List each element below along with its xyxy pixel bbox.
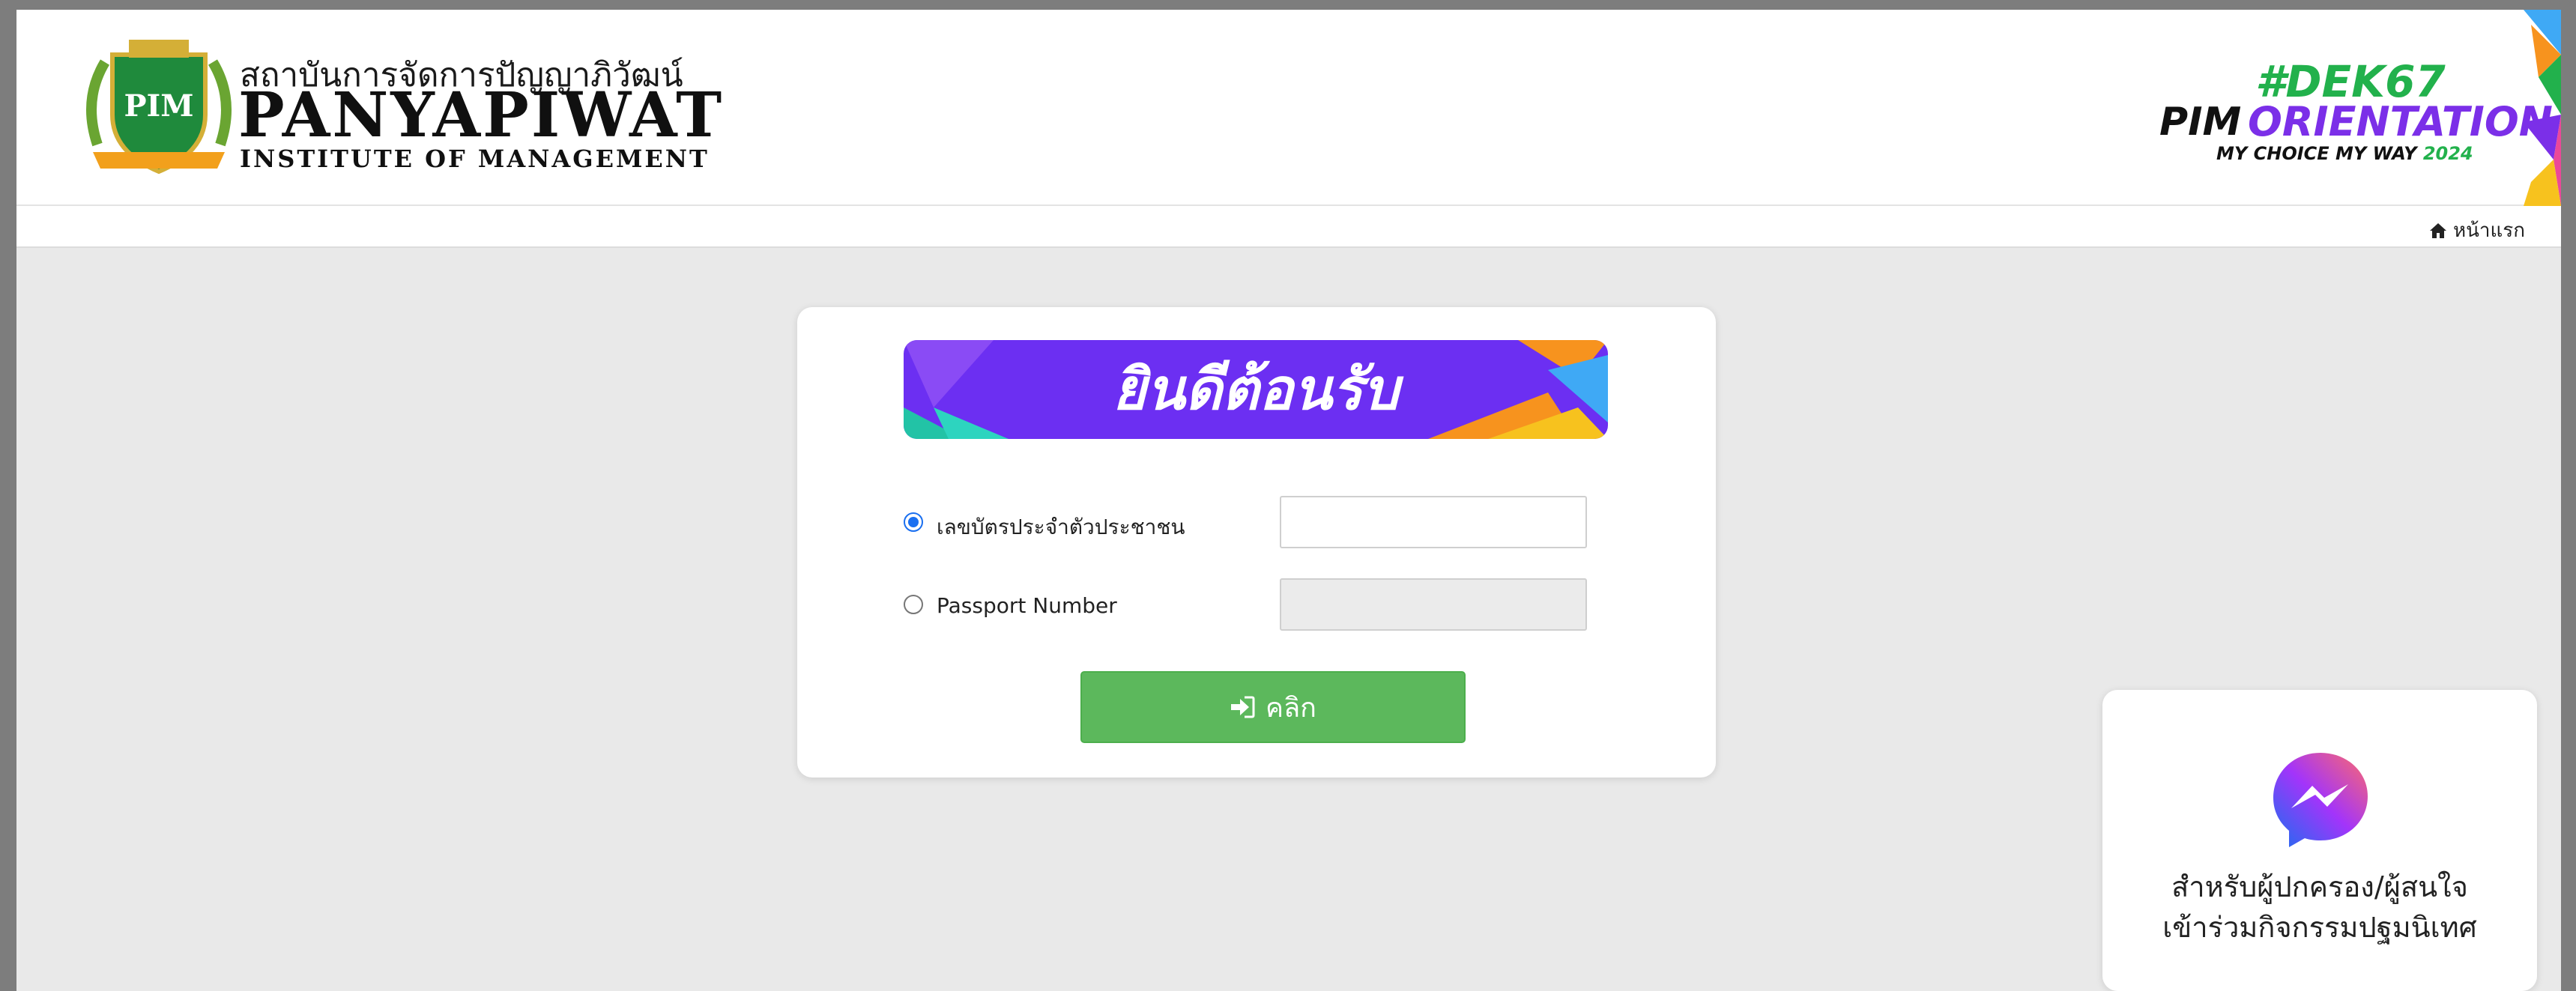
radio-id-card[interactable]	[904, 512, 923, 532]
decorative-shards	[2524, 10, 2561, 206]
page-frame: PIM สถาบันการจัดการปัญญาภิวัฒน์ PANYAPIW…	[16, 10, 2561, 991]
brand-name: PANYAPIWAT	[238, 79, 725, 151]
submit-label: คลิก	[1266, 692, 1316, 724]
pim-crest-logo: PIM	[86, 40, 232, 175]
id-card-input[interactable]	[1280, 496, 1587, 548]
welcome-banner: ยินดีต้อนรับ	[904, 340, 1608, 439]
radio-passport[interactable]	[904, 595, 923, 614]
sign-in-icon	[1231, 696, 1255, 718]
messenger-widget[interactable]: สำหรับผู้ปกครอง/ผู้สนใจ เข้าร่วมกิจกรรมป…	[2102, 690, 2537, 991]
svg-text:PIM: PIM	[124, 88, 193, 124]
site-header: PIM สถาบันการจัดการปัญญาภิวัฒน์ PANYAPIW…	[16, 10, 2561, 206]
passport-input[interactable]	[1280, 578, 1587, 631]
label-passport: Passport Number	[937, 593, 1117, 618]
breadcrumb-home-label: หน้าแรก	[2453, 219, 2525, 242]
event-tagline-text: MY CHOICE MY WAY	[2216, 143, 2417, 164]
event-pim: PIM	[2159, 100, 2242, 145]
brand-subtitle: INSTITUTE OF MANAGEMENT	[240, 145, 710, 173]
home-icon	[2430, 222, 2447, 238]
label-id-card: เลขบัตรประจำตัวประชาชน	[937, 515, 1185, 539]
welcome-text: ยินดีต้อนรับ	[1113, 356, 1399, 422]
breadcrumb-bar: หน้าแรก	[16, 206, 2561, 248]
messenger-line-2: เข้าร่วมกิจกรรมปฐมนิเทศ	[2162, 911, 2477, 944]
option-id-row: เลขบัตรประจำตัวประชาชน	[904, 496, 1608, 550]
messenger-icon	[2273, 753, 2368, 847]
event-year: 2024	[2422, 143, 2473, 164]
login-card: ยินดีต้อนรับ เลขบัตรประจำตัวประชาชน Pass…	[797, 307, 1716, 778]
breadcrumb-home[interactable]: หน้าแรก	[2429, 215, 2525, 246]
event-tagline: MY CHOICE MY WAY 2024	[2216, 143, 2473, 164]
messenger-line-1: สำหรับผู้ปกครอง/ผู้สนใจ	[2171, 870, 2468, 903]
option-passport-row: Passport Number	[904, 578, 1608, 632]
submit-button[interactable]: คลิก	[1080, 671, 1466, 743]
